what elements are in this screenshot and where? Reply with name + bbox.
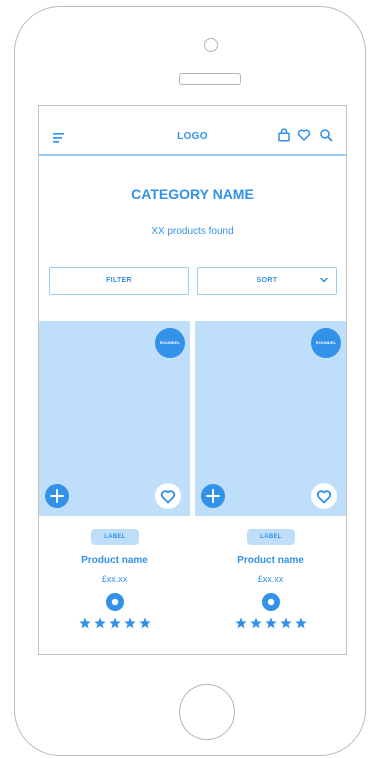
- chevron-down-icon: [320, 277, 328, 283]
- header-bar: LOGO: [39, 106, 346, 156]
- sort-dropdown[interactable]: SORT: [197, 267, 337, 295]
- home-button[interactable]: [179, 684, 235, 740]
- colour-swatch-icon[interactable]: [106, 593, 124, 611]
- product-label: LABEL: [91, 529, 139, 545]
- filter-button[interactable]: FILTER: [49, 267, 189, 295]
- roundel-badge: ROUNDEL: [311, 328, 341, 358]
- product-card[interactable]: ROUNDEL LABEL Product name £xx.xx: [39, 321, 190, 654]
- favourite-button[interactable]: [155, 483, 181, 509]
- star-rating: [235, 617, 307, 629]
- roundel-badge: ROUNDEL: [155, 328, 185, 358]
- sort-label: SORT: [256, 277, 278, 284]
- product-card[interactable]: ROUNDEL LABEL Product name £xx.xx: [195, 321, 346, 654]
- plus-icon: [206, 489, 220, 503]
- product-label: LABEL: [247, 529, 295, 545]
- product-image[interactable]: ROUNDEL: [39, 321, 190, 516]
- plus-icon: [50, 489, 64, 503]
- product-name[interactable]: Product name: [39, 555, 190, 566]
- search-icon[interactable]: [319, 128, 333, 142]
- product-price: £xx.xx: [257, 574, 284, 584]
- product-image[interactable]: ROUNDEL: [195, 321, 346, 516]
- screen: LOGO CATEGORY NAME XX products found FIL…: [38, 105, 347, 655]
- heart-icon: [316, 490, 332, 504]
- add-to-bag-button[interactable]: [45, 484, 69, 508]
- colour-swatch-icon[interactable]: [262, 593, 280, 611]
- heart-icon[interactable]: [297, 128, 311, 142]
- product-name[interactable]: Product name: [195, 555, 346, 566]
- add-to-bag-button[interactable]: [201, 484, 225, 508]
- bag-icon[interactable]: [277, 128, 291, 142]
- product-count: XX products found: [151, 226, 234, 237]
- star-rating: [79, 617, 151, 629]
- category-title: CATEGORY NAME: [131, 186, 254, 202]
- filter-label: FILTER: [106, 277, 132, 284]
- heart-icon: [160, 490, 176, 504]
- favourite-button[interactable]: [311, 483, 337, 509]
- earpiece-speaker: [179, 73, 241, 85]
- product-price: £xx.xx: [101, 574, 128, 584]
- front-camera: [204, 38, 218, 52]
